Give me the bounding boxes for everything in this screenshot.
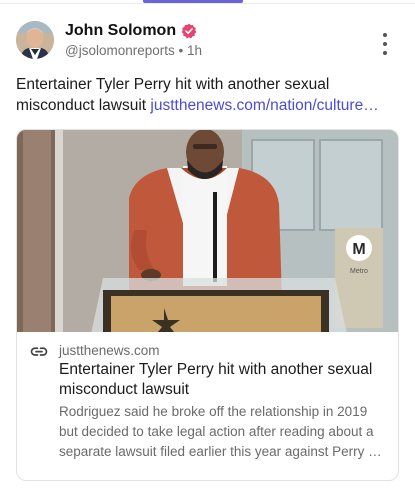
card-description: Rodriguez said he broke off the relation… [59, 404, 383, 459]
more-options-icon[interactable] [377, 33, 393, 55]
preview-image: M Metro [17, 130, 398, 332]
post-link[interactable]: justthenews.com/nation/culture… [150, 97, 378, 114]
metro-sign-small: Metro [350, 268, 368, 275]
author-handle[interactable]: @jsolomonreports [65, 43, 175, 58]
card-body: justthenews.com Entertainer Tyler Perry … [17, 332, 398, 480]
link-icon [30, 347, 48, 356]
post-header: John Solomon @jsolomonreports • 1h [16, 20, 399, 62]
author-info: John Solomon @jsolomonreports • 1h [65, 20, 202, 58]
avatar[interactable] [16, 21, 54, 59]
link-preview-card[interactable]: M Metro justthenews.com Entertainer Tyle… [16, 129, 399, 481]
metro-sign-text: M [352, 241, 365, 258]
divider [0, 3, 415, 4]
separator: • [174, 43, 187, 58]
post-time[interactable]: 1h [187, 43, 202, 58]
post-text: Entertainer Tyler Perry hit with another… [16, 74, 399, 116]
card-title[interactable]: Entertainer Tyler Perry hit with another… [59, 360, 386, 399]
card-domain: justthenews.com [59, 343, 160, 358]
verified-badge-icon [181, 23, 197, 39]
author-name[interactable]: John Solomon [65, 22, 176, 40]
handle-row: @jsolomonreports • 1h [65, 43, 202, 58]
